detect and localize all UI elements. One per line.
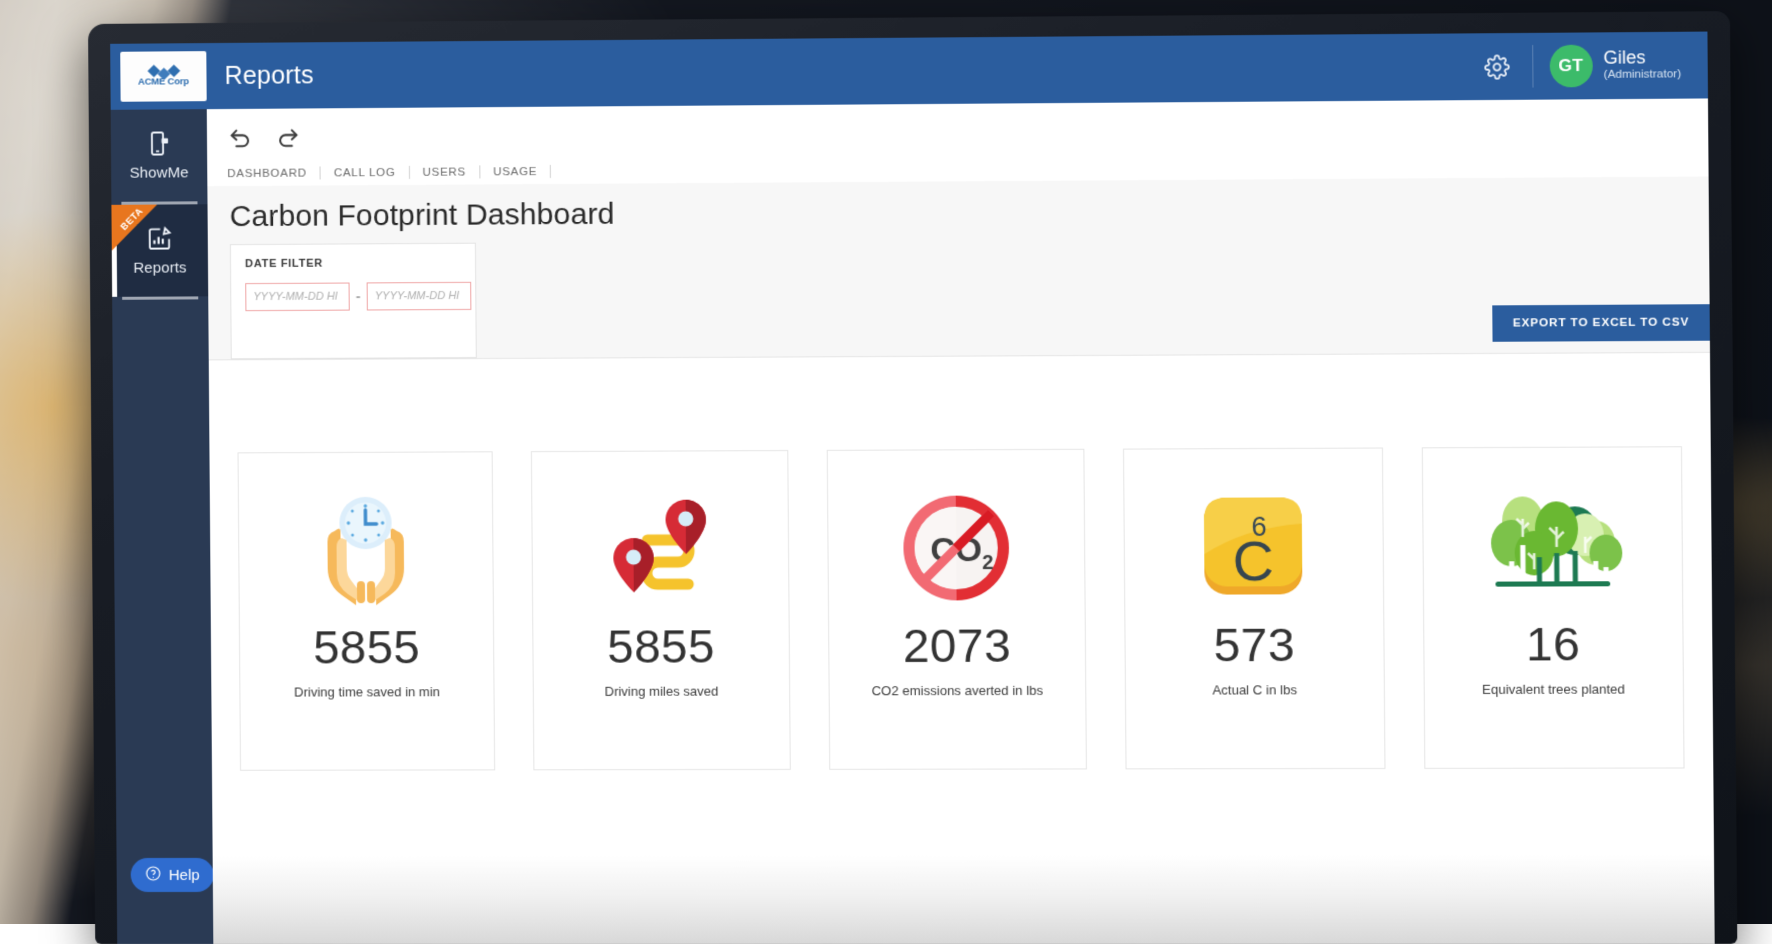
mobile-showme-icon	[145, 129, 173, 157]
page-header: Carbon Footprint Dashboard DATE FILTER -	[207, 176, 1710, 360]
sidebar-item-reports[interactable]: BETA Reports	[111, 204, 208, 297]
company-logo[interactable]: ACME Corp	[120, 51, 206, 102]
metric-card-driving-miles: 5855 Driving miles saved	[531, 450, 790, 770]
export-to-csv-button[interactable]: EXPORT TO EXCEL TO CSV	[1492, 304, 1710, 342]
svg-text:2: 2	[982, 551, 993, 573]
content-bottom-fade	[213, 855, 1715, 944]
avatar: GT	[1549, 45, 1592, 88]
editor-toolbar	[207, 98, 1709, 167]
sidebar-item-label: ShowMe	[130, 164, 189, 181]
date-filter-label: DATE FILTER	[245, 257, 461, 270]
tab-usage[interactable]: USAGE	[480, 165, 550, 178]
user-name: Giles	[1604, 48, 1682, 68]
map-route-pins-icon	[594, 490, 726, 609]
metric-value: 16	[1526, 620, 1581, 668]
metric-card-driving-time: 5855 Driving time saved in min	[238, 451, 496, 770]
user-info: Giles (Administrator)	[1604, 48, 1682, 83]
redo-button[interactable]	[275, 125, 301, 151]
metric-card-co2-averted: CO 2 2073 CO2 emissions averted in lbs	[827, 449, 1088, 770]
date-from-input[interactable]	[245, 283, 350, 312]
metric-card-trees-planted: 16 Equivalent trees planted	[1421, 446, 1684, 769]
date-range-inputs: -	[245, 282, 461, 311]
hands-holding-clock-icon	[300, 491, 432, 610]
metric-value: 5855	[313, 623, 420, 670]
metric-label: CO2 emissions averted in lbs	[872, 683, 1044, 698]
metric-cards: 5855 Driving time saved in min	[209, 353, 1714, 856]
user-menu[interactable]: GT Giles (Administrator)	[1537, 32, 1708, 100]
user-role: (Administrator)	[1604, 67, 1681, 83]
gear-icon	[1484, 54, 1510, 79]
metric-label: Driving time saved in min	[294, 684, 440, 699]
header-spacer	[313, 33, 1466, 108]
beta-badge-label: BETA	[119, 206, 146, 233]
question-circle-icon	[145, 864, 162, 885]
date-to-input[interactable]	[367, 282, 472, 311]
carbon-element-icon: 6 C	[1196, 487, 1311, 607]
export-area: EXPORT TO EXCEL TO CSV	[476, 235, 1710, 358]
metric-card-actual-carbon: 6 C 573 Actual C in lbs	[1123, 448, 1385, 770]
metric-label: Equivalent trees planted	[1482, 681, 1625, 697]
settings-button[interactable]	[1466, 33, 1528, 100]
redo-icon	[275, 125, 301, 151]
undo-icon	[227, 125, 253, 151]
report-chart-icon	[146, 224, 174, 252]
tab-dashboard[interactable]: DASHBOARD	[227, 167, 320, 180]
app-header: ACME Corp Reports GT Giles (Administrato…	[110, 32, 1708, 110]
no-co2-icon: CO 2	[896, 488, 1017, 607]
main-content: DASHBOARD CALL LOG USERS USAGE Carbon Fo…	[207, 98, 1715, 944]
tab-users[interactable]: USERS	[409, 166, 479, 178]
help-button-label: Help	[169, 866, 200, 883]
tab-call-log[interactable]: CALL LOG	[321, 166, 409, 179]
monitor-frame: ACME Corp Reports GT Giles (Administrato…	[88, 11, 1737, 944]
sidebar-item-label: Reports	[133, 259, 186, 276]
tab-divider	[550, 165, 551, 178]
undo-button[interactable]	[227, 125, 253, 151]
date-range-separator: -	[356, 288, 361, 305]
sidebar-divider	[122, 296, 198, 299]
metric-value: 5855	[607, 622, 715, 670]
logo-diamonds-icon	[149, 66, 178, 75]
metric-value: 573	[1213, 621, 1295, 669]
page-title: Carbon Footprint Dashboard	[207, 185, 1709, 245]
sidebar-item-showme[interactable]: ShowMe	[111, 109, 208, 202]
metric-label: Actual C in lbs	[1212, 682, 1297, 697]
svg-text:C: C	[1233, 529, 1275, 593]
header-divider	[1532, 45, 1533, 88]
metric-label: Driving miles saved	[605, 684, 719, 699]
app-screen: ACME Corp Reports GT Giles (Administrato…	[110, 32, 1715, 944]
filter-row: DATE FILTER - EXPORT TO EXCEL TO CSV	[208, 235, 1710, 359]
metric-value: 2073	[903, 621, 1011, 669]
trees-forest-icon	[1476, 486, 1629, 606]
sidebar: ShowMe BETA	[111, 109, 214, 944]
app-body: ShowMe BETA	[111, 98, 1715, 944]
date-filter-card: DATE FILTER -	[230, 243, 477, 360]
page-app-title: Reports	[206, 42, 314, 109]
help-button[interactable]: Help	[131, 858, 214, 892]
